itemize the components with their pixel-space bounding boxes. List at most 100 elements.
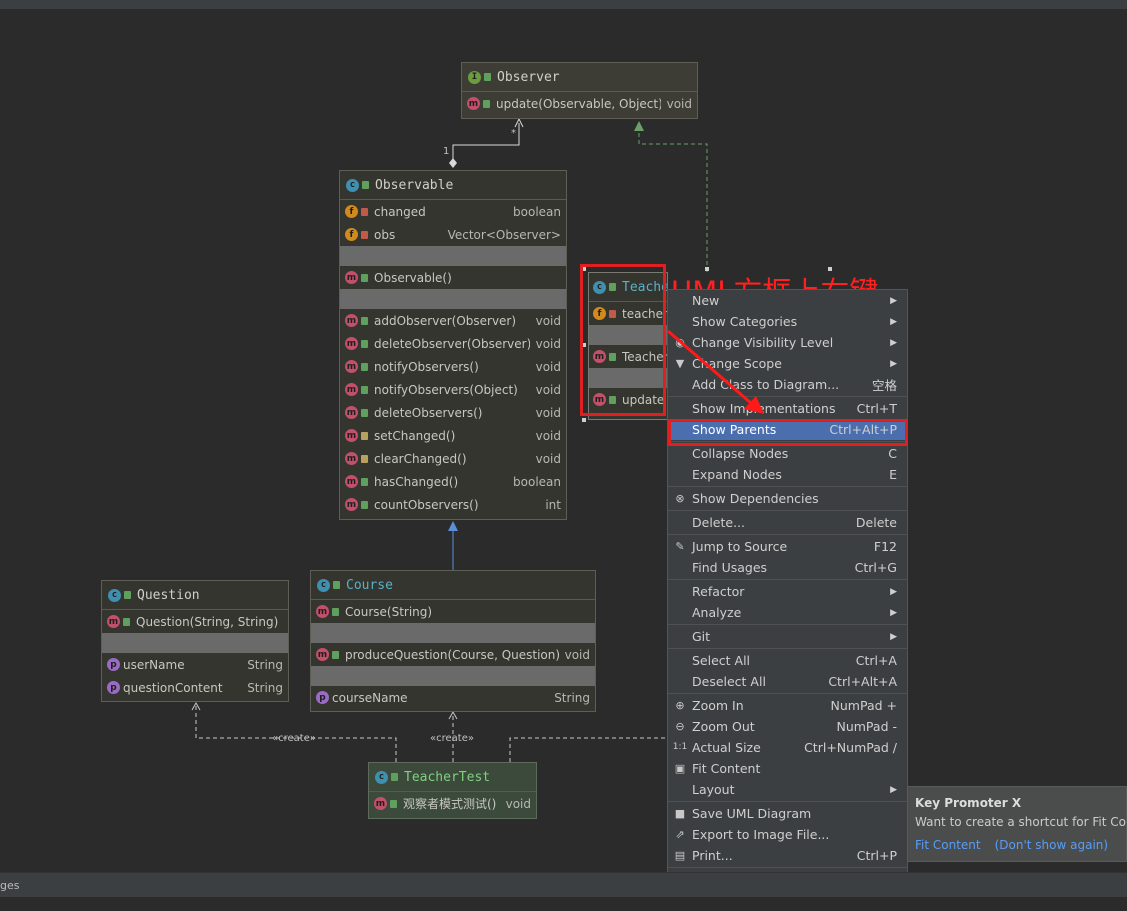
protected-icon <box>361 431 368 440</box>
method-row[interactable]: m notifyObservers(Object) void <box>340 378 566 401</box>
menu-item-layout[interactable]: Layout ▶ <box>668 779 907 800</box>
menu-item-shortcut: Ctrl+P <box>856 848 897 863</box>
constructor-row[interactable]: m Observable() <box>340 266 566 289</box>
submenu-arrow-icon: ▶ <box>890 586 897 597</box>
menu-item-show-implementations[interactable]: Show Implementations Ctrl+T <box>668 398 907 419</box>
fit-content-link[interactable]: Fit Content <box>915 838 981 852</box>
property-row[interactable]: p questionContent String <box>102 676 288 699</box>
public-icon <box>484 73 491 81</box>
method-row[interactable]: m produceQuestion(Course, Question) void <box>311 643 595 666</box>
method-row[interactable]: m clearChanged() void <box>340 447 566 470</box>
menu-item-label: Find Usages <box>692 560 768 575</box>
field-icon: f <box>345 228 358 241</box>
menu-separator <box>668 534 907 535</box>
menu-item-save-uml-diagram[interactable]: ■ Save UML Diagram <box>668 803 907 824</box>
menu-item-export-to-image-file[interactable]: ⇗ Export to Image File... <box>668 824 907 845</box>
field-row[interactable]: f changed boolean <box>340 200 566 223</box>
dont-show-again-link[interactable]: (Don't show again) <box>995 838 1108 852</box>
menu-item-git[interactable]: Git ▶ <box>668 626 907 647</box>
method-icon: m <box>345 406 358 419</box>
menu-item-shortcut: Delete <box>855 515 897 530</box>
menu-separator <box>668 867 907 868</box>
method-name: addObserver(Observer) <box>374 313 517 328</box>
annotation-highlight-node <box>580 264 666 416</box>
uml-node-course[interactable]: c Course m Course(String) m produceQuestion… <box>310 570 596 712</box>
menu-item-zoom-out[interactable]: ⊖ Zoom Out NumPad - <box>668 716 907 737</box>
property-row[interactable]: p courseName String <box>311 686 595 709</box>
method-row[interactable]: m hasChanged() boolean <box>340 470 566 493</box>
method-row[interactable]: m addObserver(Observer) void <box>340 309 566 332</box>
constructor-row[interactable]: m Course(String) <box>311 600 595 623</box>
annotation-highlight-menu-item <box>668 419 908 446</box>
menu-item-add-class-to-diagram[interactable]: Add Class to Diagram... 空格 <box>668 374 907 395</box>
uml-node-observable[interactable]: c Observable f changed boolean f obs Vector<O… <box>339 170 567 520</box>
constructor-name: Observable() <box>374 270 452 285</box>
context-menu[interactable]: New ▶ Show Categories ▶ ◉ Change Visibility L… <box>667 289 908 908</box>
method-type: void <box>535 313 561 328</box>
uml-node-question[interactable]: c Question m Question(String, String) p use… <box>101 580 289 702</box>
node-title: TeacherTest <box>404 769 491 785</box>
field-row[interactable]: f obs Vector<Observer> <box>340 223 566 246</box>
method-row[interactable]: m deleteObserver(Observer) void <box>340 332 566 355</box>
method-row[interactable]: m setChanged() void <box>340 424 566 447</box>
method-row[interactable]: m update(Observable, Object) void <box>462 92 697 115</box>
menu-item-fit-content[interactable]: ▣ Fit Content <box>668 758 907 779</box>
method-row[interactable]: m deleteObservers() void <box>340 401 566 424</box>
class-icon: c <box>375 770 388 784</box>
menu-item-label: Analyze <box>692 605 742 620</box>
node-header: I Observer <box>462 63 697 92</box>
bottom-strip <box>0 897 1127 908</box>
uml-node-observer[interactable]: I Observer m update(Observable, Object) voi… <box>461 62 698 119</box>
menu-item-label: Jump to Source <box>692 539 788 554</box>
menu-item-change-visibility-level[interactable]: ◉ Change Visibility Level ▶ <box>668 332 907 353</box>
menu-item-expand-nodes[interactable]: Expand Nodes E <box>668 464 907 485</box>
constructor-row[interactable]: m Question(String, String) <box>102 610 288 633</box>
interface-icon: I <box>468 70 481 84</box>
menu-item-collapse-nodes[interactable]: Collapse Nodes C <box>668 443 907 464</box>
method-row[interactable]: m countObservers() int <box>340 493 566 516</box>
selection-handle[interactable] <box>582 418 586 422</box>
field-name: changed <box>374 204 426 219</box>
menu-item-deselect-all[interactable]: Deselect All Ctrl+Alt+A <box>668 671 907 692</box>
menu-item-actual-size[interactable]: 1:1 Actual Size Ctrl+NumPad / <box>668 737 907 758</box>
menu-item-select-all[interactable]: Select All Ctrl+A <box>668 650 907 671</box>
menu-item-zoom-in[interactable]: ⊕ Zoom In NumPad + <box>668 695 907 716</box>
menu-separator <box>668 579 907 580</box>
field-type: Vector<Observer> <box>447 227 561 242</box>
section-separator <box>102 633 288 653</box>
node-title: Observer <box>497 69 560 85</box>
public-icon <box>361 273 368 282</box>
menu-item-label: Export to Image File... <box>692 827 830 842</box>
public-icon <box>361 500 368 509</box>
method-name: produceQuestion(Course, Question) <box>345 647 559 662</box>
menu-item-new[interactable]: New ▶ <box>668 290 907 311</box>
method-row[interactable]: m notifyObservers() void <box>340 355 566 378</box>
key-promoter-notification[interactable]: Key Promoter X Want to create a shortcut… <box>907 786 1127 862</box>
menu-item-show-categories[interactable]: Show Categories ▶ <box>668 311 907 332</box>
menu-item-jump-to-source[interactable]: ✎ Jump to Source F12 <box>668 536 907 557</box>
realization-arrowhead <box>634 121 644 131</box>
menu-separator <box>668 486 907 487</box>
status-text: ges <box>0 879 20 892</box>
property-name: userName <box>123 657 185 672</box>
section-separator <box>340 289 566 309</box>
method-icon: m <box>316 605 329 618</box>
menu-item-change-scope[interactable]: ▼ Change Scope ▶ <box>668 353 907 374</box>
uml-node-teachertest[interactable]: c TeacherTest m 观察者模式测试() void <box>368 762 537 819</box>
menu-item-print[interactable]: ▤ Print... Ctrl+P <box>668 845 907 866</box>
method-icon: m <box>316 648 329 661</box>
public-icon <box>391 773 398 781</box>
protected-icon <box>361 454 368 463</box>
menu-item-show-dependencies[interactable]: ⊗ Show Dependencies <box>668 488 907 509</box>
public-icon <box>361 316 368 325</box>
menu-item-delete[interactable]: Delete... Delete <box>668 512 907 533</box>
method-row[interactable]: m 观察者模式测试() void <box>369 792 536 815</box>
method-name: notifyObservers(Object) <box>374 382 518 397</box>
property-row[interactable]: p userName String <box>102 653 288 676</box>
menu-item-find-usages[interactable]: Find Usages Ctrl+G <box>668 557 907 578</box>
menu-item-refactor[interactable]: Refactor ▶ <box>668 581 907 602</box>
property-type: String <box>247 657 283 672</box>
actual-size-icon: 1:1 <box>672 742 688 752</box>
menu-item-shortcut: Ctrl+A <box>855 653 897 668</box>
menu-item-analyze[interactable]: Analyze ▶ <box>668 602 907 623</box>
